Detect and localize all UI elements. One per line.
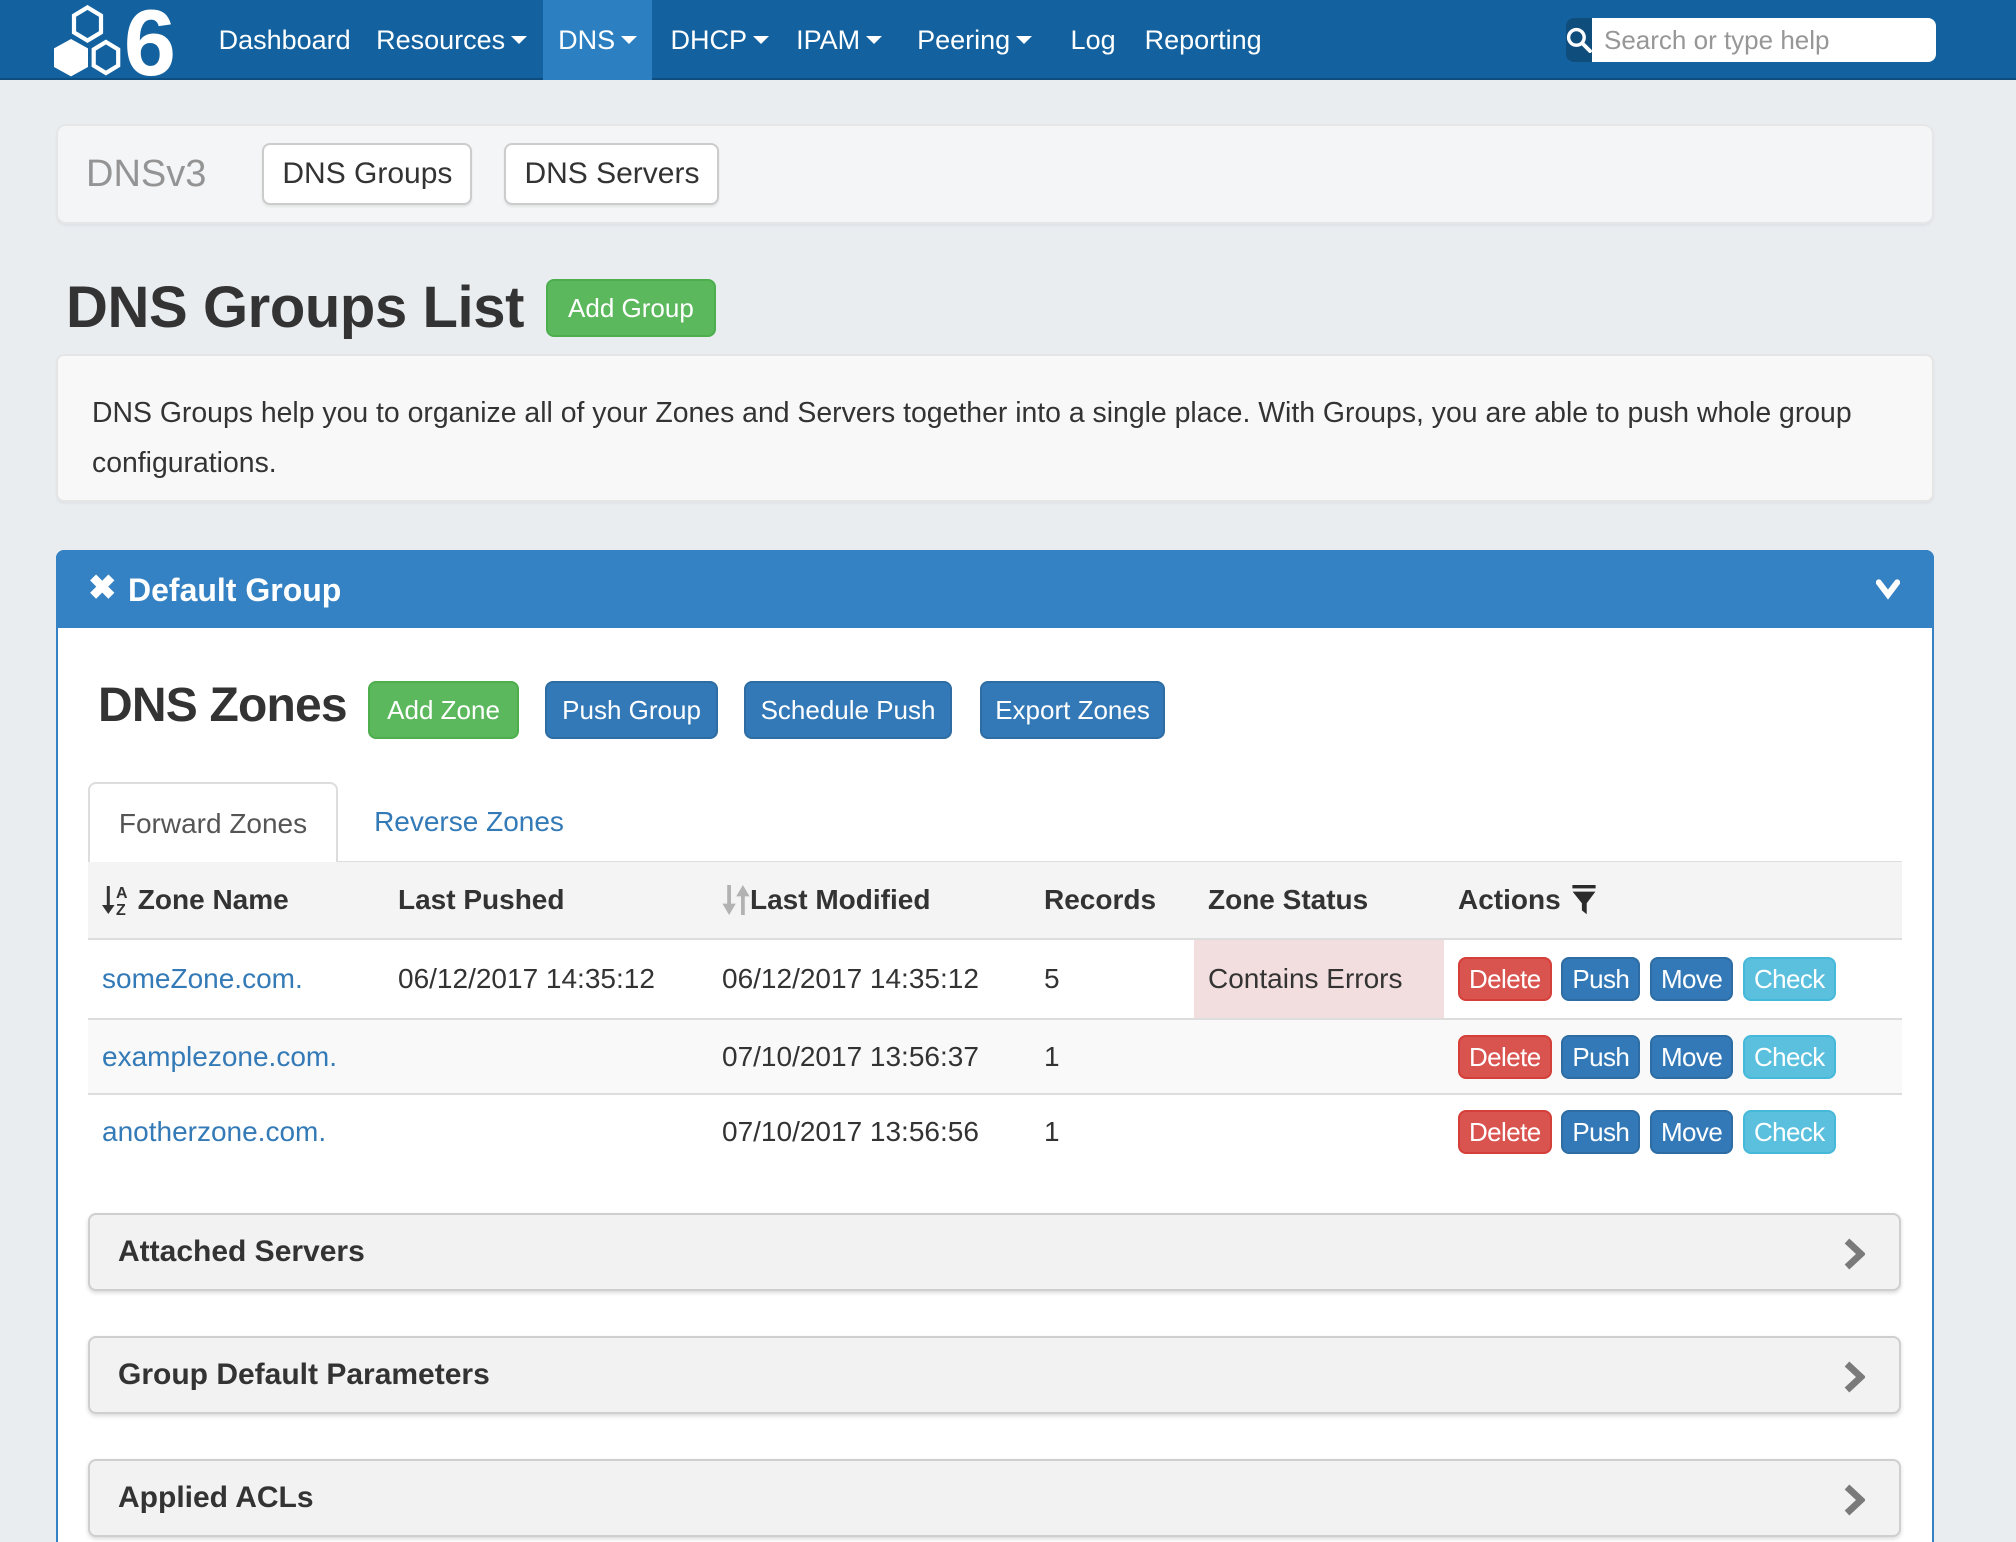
svg-text:Z: Z <box>116 902 126 915</box>
svg-text:A: A <box>116 885 128 902</box>
svg-text:6: 6 <box>123 5 175 81</box>
